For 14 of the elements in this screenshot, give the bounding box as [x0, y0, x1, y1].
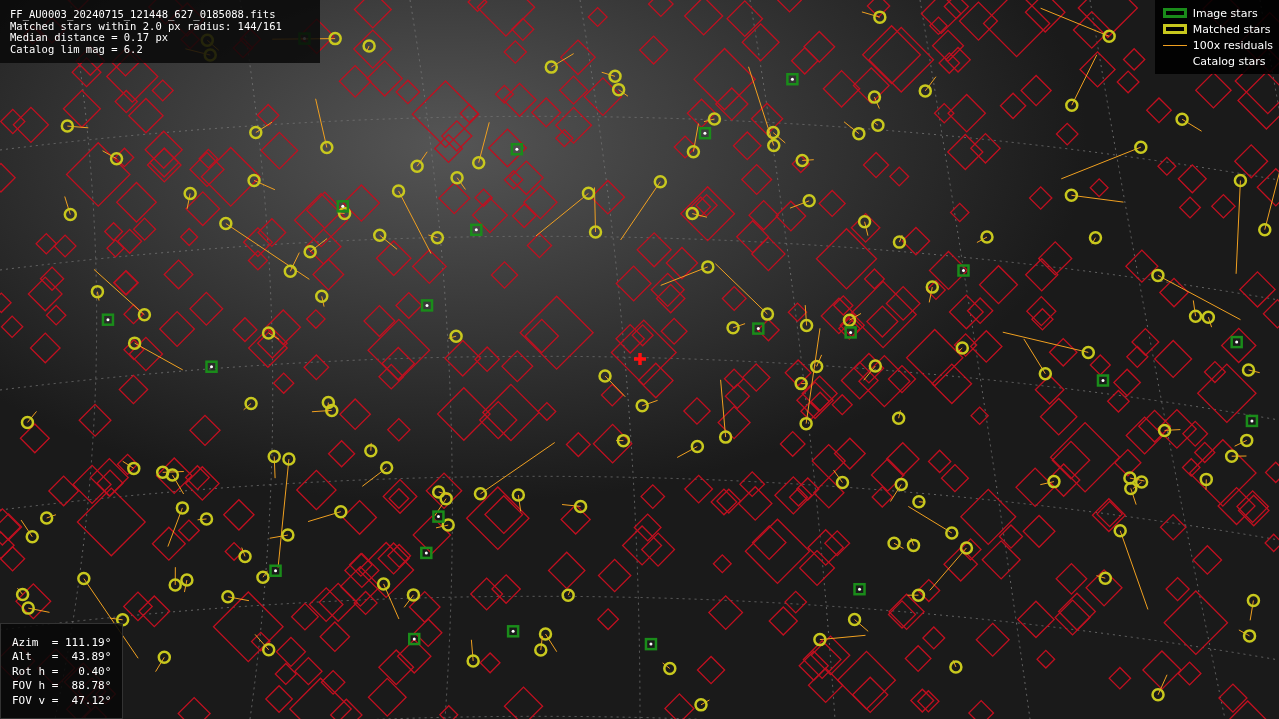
- info-text: FF_AU0003_20240715_121448_627_0185088.fits: [10, 9, 277, 21]
- legend-label: Image stars: [1192, 6, 1258, 20]
- pointing-text: FOV h = 88.78°: [12, 679, 110, 694]
- pointing-text: Rot h = 0.40°: [12, 664, 110, 679]
- info-text: Median distance = 0.17 px: [10, 32, 169, 44]
- pointing-text: FOV v = 47.12°: [12, 693, 110, 708]
- info-text: Catalog lim mag = 6.2: [10, 43, 144, 55]
- legend-label: Matched stars: [1192, 22, 1271, 36]
- legend-label: 100x residuals: [1192, 38, 1273, 52]
- info-text: Matched stars within 2.0 px radius: 144/161: [10, 20, 283, 32]
- pointing-text: Azim = 111.19°: [12, 635, 110, 650]
- center-cross-icon: [632, 351, 648, 367]
- legend-label: Catalog stars: [1192, 54, 1266, 68]
- pointing-text: Alt = 43.89°: [12, 650, 110, 665]
